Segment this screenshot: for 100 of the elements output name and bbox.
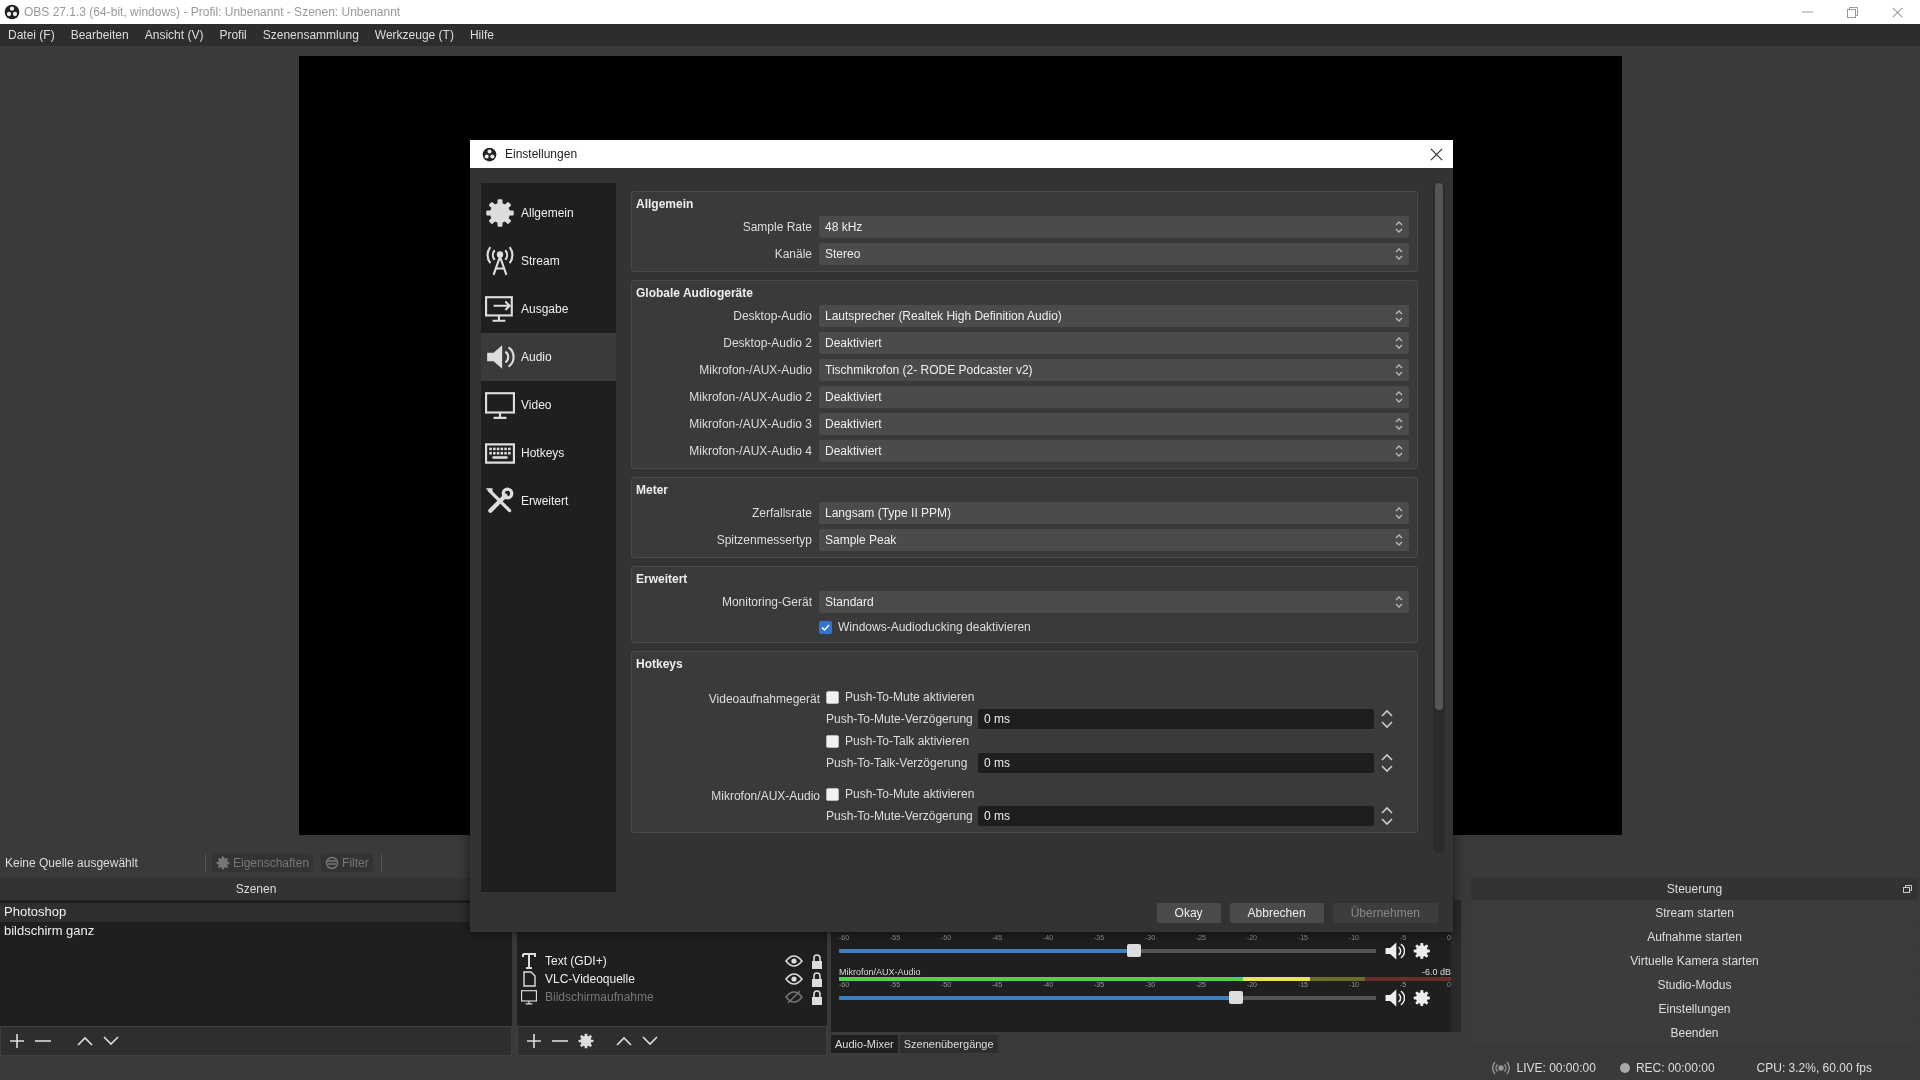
speaker-icon[interactable] [1383, 987, 1406, 1009]
dialog-title: Einstellungen [505, 147, 579, 161]
menu-item[interactable]: Ansicht (V) [136, 25, 212, 45]
dialog-button[interactable]: Okay [1156, 903, 1221, 923]
lock-icon[interactable] [811, 971, 823, 987]
menu-item[interactable]: Profil [211, 25, 255, 45]
spin-arrows-icon[interactable] [1395, 220, 1403, 234]
group-title: Globale Audiogeräte [636, 285, 754, 302]
eye-slash-icon[interactable] [785, 990, 803, 1004]
down-icon[interactable] [642, 1036, 658, 1046]
sidebar-item[interactable]: Hotkeys [481, 429, 616, 477]
scrollbar[interactable] [1433, 183, 1445, 853]
field-label: Desktop-Audio 2 [722, 336, 812, 350]
eye-icon[interactable] [785, 973, 803, 985]
field-label: Push-To-Mute-Verzögerung [826, 712, 972, 726]
lock-icon[interactable] [811, 953, 823, 969]
sidebar-item[interactable]: Audio [481, 333, 616, 381]
spin-arrows-icon[interactable] [1395, 247, 1403, 261]
up-icon[interactable] [616, 1036, 632, 1046]
spin-arrows-icon[interactable] [1395, 363, 1403, 377]
cpu-status: CPU: 3.2%, 60.00 fps [1756, 1061, 1872, 1075]
window-title: OBS 27.1.3 (64-bit, windows) - Profil: Unbenannt - Szenen: Unbenannt [24, 5, 402, 19]
dock-title: Steuerung [1666, 882, 1723, 896]
dropdown[interactable]: Deaktiviert [819, 440, 1409, 462]
source-item[interactable]: Text (GDI+) [545, 954, 777, 968]
restore-icon[interactable] [1847, 6, 1858, 18]
menu-item[interactable]: Hilfe [461, 25, 502, 45]
gear-icon[interactable] [1413, 989, 1431, 1007]
dropdown[interactable]: Deaktiviert [819, 386, 1409, 408]
menu-item[interactable]: Bearbeiten [62, 25, 137, 45]
dropdown[interactable]: Deaktiviert [819, 413, 1409, 435]
sidebar-item[interactable]: Video [481, 381, 616, 429]
dropdown[interactable]: Sample Peak [819, 529, 1409, 551]
menu-item[interactable]: Werkzeuge (T) [366, 25, 462, 45]
float-icon[interactable] [1903, 885, 1912, 893]
tab[interactable]: Audio-Mixer [831, 1035, 898, 1053]
spin-arrows-icon[interactable] [1395, 595, 1403, 609]
dropdown[interactable]: Tischmikrofon (2- RODE Podcaster v2) [819, 359, 1409, 381]
sidebar-item[interactable]: Ausgabe [481, 285, 616, 333]
dropdown[interactable]: Lautsprecher (Realtek High Definition Audio) [819, 305, 1409, 327]
number-field[interactable]: 0 ms [978, 709, 1374, 729]
checkbox[interactable] [826, 690, 839, 704]
close-icon[interactable] [1430, 147, 1443, 161]
group-title: Hotkeys [636, 656, 684, 673]
plus-icon[interactable] [9, 1033, 25, 1049]
source-item[interactable]: VLC-Videoquelle [545, 972, 777, 986]
spin-arrows-icon[interactable] [1380, 806, 1394, 826]
tab[interactable]: Szenenübergänge [899, 1035, 998, 1053]
checkbox[interactable] [819, 620, 832, 634]
spin-arrows-icon[interactable] [1395, 506, 1403, 520]
number-field[interactable]: 0 ms [978, 753, 1374, 773]
logo-icon [4, 4, 20, 20]
field-label: Push-To-Mute-Verzögerung [826, 809, 972, 823]
dropdown[interactable]: Stereo [819, 243, 1409, 265]
status-text: Keine Quelle ausgewählt [4, 855, 139, 870]
device-label: Videoaufnahmegerät [707, 692, 820, 708]
field-label: Kanäle [773, 247, 812, 261]
checkbox-label[interactable]: Windows-Audioducking deaktivieren [838, 620, 1031, 634]
eye-icon[interactable] [785, 955, 803, 967]
down-icon[interactable] [103, 1036, 119, 1046]
db-reading: -6.0 dB [1421, 967, 1451, 977]
monitor-icon [485, 390, 515, 420]
plus-icon[interactable] [526, 1033, 542, 1049]
dialog-button[interactable]: Abbrechen [1229, 903, 1324, 923]
dropdown[interactable]: 48 kHz [819, 216, 1409, 238]
checkbox-label[interactable]: Push-To-Talk aktivieren [845, 734, 970, 748]
menu-item[interactable]: Datei (F) [0, 25, 63, 45]
checkbox[interactable] [826, 787, 839, 801]
up-icon[interactable] [77, 1036, 93, 1046]
checkbox-label[interactable]: Push-To-Mute aktivieren [845, 787, 975, 801]
spin-arrows-icon[interactable] [1395, 417, 1403, 431]
menu-item[interactable]: Szenensammlung [254, 25, 367, 45]
field-label: Push-To-Talk-Verzögerung [826, 756, 969, 770]
number-field[interactable]: 0 ms [978, 806, 1374, 826]
lock-icon[interactable] [811, 989, 823, 1005]
broadcast-icon [1492, 1061, 1511, 1075]
spin-arrows-icon[interactable] [1395, 444, 1403, 458]
sidebar-item[interactable]: Allgemein [481, 189, 616, 237]
speaker-icon[interactable] [1383, 940, 1406, 962]
dropdown[interactable]: Langsam (Type II PPM) [819, 502, 1409, 524]
gear-icon[interactable] [578, 1033, 594, 1049]
spin-arrows-icon[interactable] [1395, 336, 1403, 350]
gear-icon[interactable] [1413, 942, 1431, 960]
group-title: Erweitert [636, 571, 689, 588]
dropdown[interactable]: Standard [819, 591, 1409, 613]
spin-arrows-icon[interactable] [1395, 390, 1403, 404]
record-dot-icon [1619, 1063, 1630, 1073]
spin-arrows-icon[interactable] [1380, 709, 1394, 729]
sidebar-item[interactable]: Erweitert [481, 477, 616, 525]
text-icon [522, 953, 536, 969]
checkbox[interactable] [826, 734, 839, 748]
spin-arrows-icon[interactable] [1395, 309, 1403, 323]
source-item[interactable]: Bildschirmaufnahme [545, 990, 777, 1004]
checkbox-label[interactable]: Push-To-Mute aktivieren [845, 690, 975, 704]
sidebar-item[interactable]: Stream [481, 237, 616, 285]
spin-arrows-icon[interactable] [1380, 753, 1394, 773]
dropdown[interactable]: Deaktiviert [819, 332, 1409, 354]
field-label: Mikrofon-/AUX-Audio 4 [688, 444, 812, 458]
antenna-icon [485, 246, 515, 276]
spin-arrows-icon[interactable] [1395, 533, 1403, 547]
